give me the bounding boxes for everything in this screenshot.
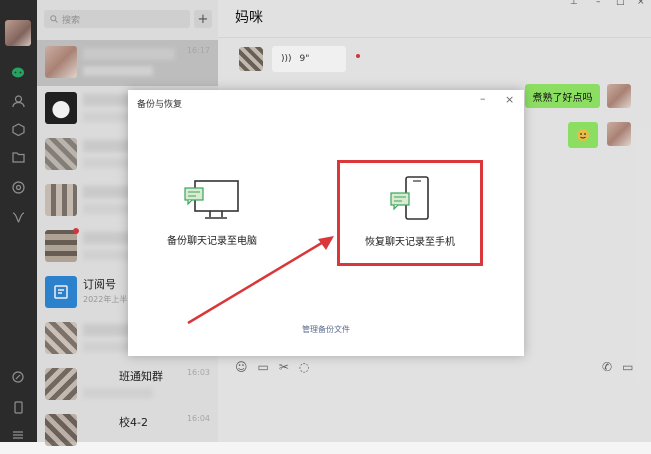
backup-restore-dialog: 备份与恢复 – × 备份聊天记录至电脑 恢复聊天记录至手机 管理备份文件 <box>128 90 524 356</box>
backup-to-pc-label: 备份聊天记录至电脑 <box>167 236 257 247</box>
dialog-close-button[interactable]: × <box>505 93 514 106</box>
dialog-title: 备份与恢复 <box>137 100 183 110</box>
dialog-minimize-button[interactable]: – <box>480 92 486 105</box>
highlight-box <box>337 160 483 266</box>
computer-icon <box>184 180 239 219</box>
backup-to-pc-option[interactable]: 备份聊天记录至电脑 <box>162 178 262 247</box>
manage-backup-label: 管理备份文件 <box>302 325 350 334</box>
manage-backup-link[interactable]: 管理备份文件 <box>128 324 524 335</box>
